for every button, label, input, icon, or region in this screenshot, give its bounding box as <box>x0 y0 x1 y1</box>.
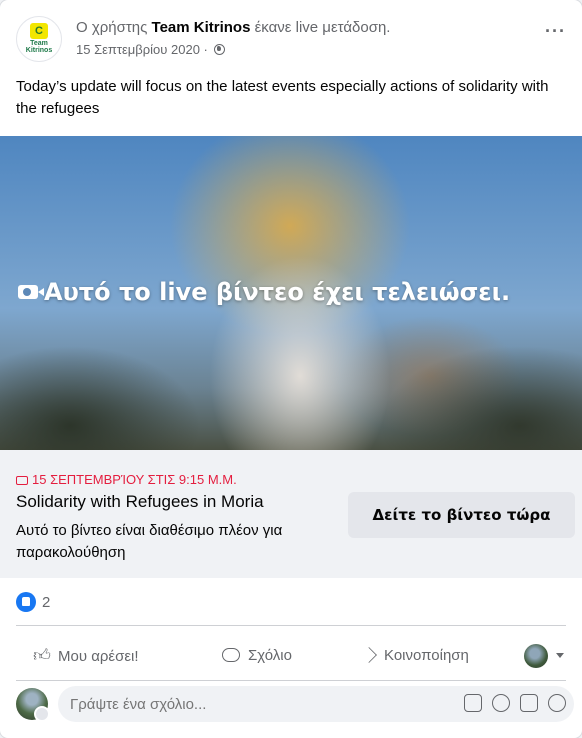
page-avatar[interactable]: C Team Kitrinos <box>16 16 62 62</box>
live-video-icon <box>16 476 28 485</box>
live-date-text: 15 ΣΕΠΤΕΜΒΡΊΟΥ ΣΤΙΣ 9:15 Μ.Μ. <box>32 472 237 487</box>
globe-icon <box>213 44 225 55</box>
sticker-icon[interactable] <box>464 694 482 712</box>
post-author-line: Ο χρήστης Team Kitrinos έκανε live μετάδ… <box>76 19 390 36</box>
share-label: Κοινοποίηση <box>384 647 469 664</box>
live-info-bar: 15 ΣΕΠΤΕΜΒΡΊΟΥ ΣΤΙΣ 9:15 Μ.Μ. Solidarity… <box>0 450 582 578</box>
author-prefix: Ο χρήστης <box>76 19 148 36</box>
reactions-summary[interactable]: 2 <box>16 592 50 616</box>
comment-button[interactable]: Σχόλιο <box>222 634 292 678</box>
live-date: 15 ΣΕΠΤΕΜΒΡΊΟΥ ΣΤΙΣ 9:15 Μ.Μ. <box>16 472 237 487</box>
video-ended-text: Αυτό το live βίντεο έχει τελειώσει. <box>44 278 511 306</box>
post-date-line: 15 Σεπτεμβρίου 2020 · <box>76 42 225 57</box>
gif-icon[interactable] <box>520 694 538 712</box>
chevron-down-icon[interactable] <box>556 653 564 658</box>
user-avatar[interactable] <box>16 688 50 722</box>
thumbs-up-icon: 👍︎ <box>33 646 51 665</box>
comment-icon <box>222 648 240 662</box>
divider <box>16 625 566 626</box>
avatar-status-dot <box>34 706 50 722</box>
post-date-link[interactable]: 15 Σεπτεμβρίου 2020 · <box>76 42 208 57</box>
post-actions-bar: 👍︎ Μου αρέσει! Σχόλιο Κοινοποίηση <box>16 634 566 678</box>
video-player[interactable]: Αυτό το live βίντεο έχει τελειώσει. <box>0 136 582 450</box>
comment-composer <box>16 686 576 726</box>
avatar-logo-text: Team Kitrinos <box>25 40 53 54</box>
author-suffix: έκανε live μετάδοση. <box>254 19 391 36</box>
like-label: Μου αρέσει! <box>58 648 139 665</box>
live-subtitle: Αυτό το βίντεο είναι διαθέσιμο πλέον για… <box>16 522 283 561</box>
post-text: Today’s update will focus on the latest … <box>16 78 549 117</box>
post-as-avatar[interactable] <box>524 644 548 668</box>
post-header: C Team Kitrinos Ο χρήστης Team Kitrinos … <box>16 16 566 62</box>
more-options-button[interactable]: ··· <box>545 22 566 40</box>
like-button[interactable]: 👍︎ Μου αρέσει! <box>32 634 139 678</box>
reaction-count: 2 <box>42 594 51 611</box>
share-button[interactable]: Κοινοποίηση <box>361 634 469 678</box>
author-name-link[interactable]: Team Kitrinos <box>152 19 251 36</box>
like-reaction-icon <box>16 592 36 612</box>
avatar-logo-letter: C <box>30 23 48 39</box>
post-card: C Team Kitrinos Ο χρήστης Team Kitrinos … <box>0 0 582 738</box>
camera-icon <box>18 285 44 299</box>
comment-tools <box>454 694 566 714</box>
watch-video-button[interactable]: Δείτε το βίντεο τώρα <box>348 492 575 538</box>
share-icon <box>361 647 377 663</box>
live-title[interactable]: Solidarity with Refugees in Moria <box>16 492 264 512</box>
avatar-sticker-icon[interactable] <box>548 694 566 712</box>
emoji-icon[interactable] <box>492 694 510 712</box>
comment-label: Σχόλιο <box>248 647 292 664</box>
divider <box>16 680 566 681</box>
video-ended-message: Αυτό το live βίντεο έχει τελειώσει. <box>18 278 510 306</box>
